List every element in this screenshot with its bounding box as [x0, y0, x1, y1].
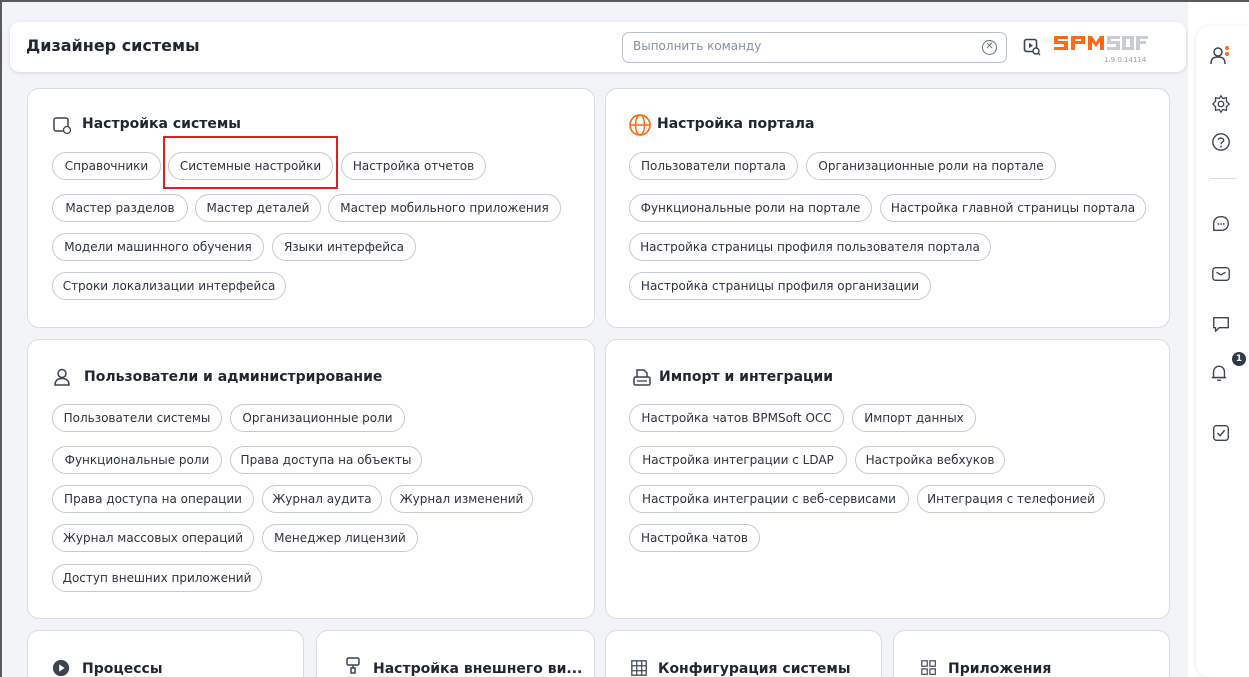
command-input[interactable] [633, 39, 963, 53]
globe-icon [629, 114, 651, 136]
message-icon[interactable] [1211, 314, 1231, 334]
card-applications[interactable]: Приложения [893, 630, 1170, 677]
chip-occ-chats[interactable]: Настройка чатов BPMSoft OCC [629, 404, 844, 432]
chip-data-import[interactable]: Импорт данных [852, 404, 976, 432]
chip-localization-strings[interactable]: Строки локализации интерфейса [52, 272, 286, 300]
chip-webhooks[interactable]: Настройка вебхуков [855, 446, 1005, 474]
chat-icon[interactable] [1211, 214, 1231, 234]
system-settings-icon [53, 117, 72, 135]
task-icon[interactable] [1211, 423, 1231, 443]
card-title: Настройка внешнего ви... [373, 661, 583, 677]
bpmsoft-logo [1054, 36, 1148, 50]
card-external-view[interactable]: Настройка внешнего ви... [316, 630, 595, 677]
chip-ui-languages[interactable]: Языки интерфейса [272, 233, 416, 261]
card-import-integration: Импорт и интеграции [605, 339, 1170, 619]
import-icon [633, 369, 651, 386]
chip-mass-operations-log[interactable]: Журнал массовых операций [52, 524, 254, 552]
chip-external-apps-access[interactable]: Доступ внешних приложений [52, 564, 262, 592]
chip-system-users[interactable]: Пользователи системы [52, 404, 222, 432]
chip-license-manager[interactable]: Менеджер лицензий [262, 524, 418, 552]
bell-icon[interactable] [1209, 363, 1229, 383]
chip-section-wizard[interactable]: Мастер разделов [52, 194, 188, 222]
card-title: Импорт и интеграции [659, 369, 834, 385]
chip-chat-settings[interactable]: Настройка чатов [629, 524, 760, 552]
highlight-frame [163, 136, 338, 189]
card-title: Настройка портала [657, 116, 815, 132]
chip-report-settings[interactable]: Настройка отчетов [341, 152, 486, 180]
chip-portal-users[interactable]: Пользователи портала [629, 152, 798, 180]
chip-change-log[interactable]: Журнал изменений [390, 485, 533, 513]
rail-divider [1210, 178, 1236, 179]
chip-portal-org-profile[interactable]: Настройка страницы профиля организации [629, 272, 931, 300]
chip-func-roles[interactable]: Функциональные роли [52, 446, 222, 474]
chip-telephony[interactable]: Интеграция с телефонией [917, 485, 1105, 513]
chip-portal-user-profile[interactable]: Настройка страницы профиля пользователя … [629, 233, 991, 261]
card-title: Процессы [82, 661, 163, 677]
page-title: Дизайнер системы [26, 36, 200, 55]
notification-badge: 1 [1232, 352, 1246, 366]
user-profile-icon[interactable] [1208, 44, 1230, 66]
chip-portal-org-roles[interactable]: Организационные роли на портале [806, 152, 1056, 180]
help-icon[interactable] [1211, 132, 1231, 152]
chip-detail-wizard[interactable]: Мастер деталей [195, 194, 321, 222]
chip-mobile-wizard[interactable]: Мастер мобильного приложения [328, 194, 561, 222]
chip-operation-access[interactable]: Права доступа на операции [52, 485, 254, 513]
chip-web-services[interactable]: Настройка интеграции с веб-сервисами [629, 485, 909, 513]
version-label: 1.9.0.14114 [1104, 56, 1147, 64]
chip-portal-main-page[interactable]: Настройка главной страницы портала [880, 194, 1146, 222]
page-header: Дизайнер системы ✕ 1.9.0.14114 [10, 22, 1186, 72]
clear-icon[interactable]: ✕ [982, 40, 997, 55]
command-input-box[interactable]: ✕ [622, 32, 1007, 63]
screen-record-icon[interactable] [1023, 38, 1041, 56]
chip-directories[interactable]: Справочники [52, 152, 161, 180]
gear-icon[interactable] [1211, 94, 1231, 114]
apps-icon [921, 660, 936, 675]
play-circle-icon [52, 659, 70, 677]
card-title: Пользователи и администрирование [84, 369, 383, 385]
chip-portal-func-roles[interactable]: Функциональные роли на портале [629, 194, 872, 222]
card-title: Настройка системы [82, 116, 241, 132]
chip-ml-models[interactable]: Модели машинного обучения [52, 233, 264, 261]
card-configuration[interactable]: Конфигурация системы [605, 630, 882, 677]
grid-icon [631, 660, 647, 676]
card-title: Конфигурация системы [658, 661, 851, 677]
card-processes[interactable]: Процессы [27, 630, 304, 677]
chip-object-access[interactable]: Права доступа на объекты [230, 446, 422, 474]
card-title: Приложения [948, 661, 1052, 677]
chip-audit-log[interactable]: Журнал аудита [262, 485, 382, 513]
chip-org-roles[interactable]: Организационные роли [230, 404, 405, 432]
mail-icon[interactable] [1211, 264, 1231, 284]
user-icon [54, 368, 70, 386]
brush-icon [346, 657, 360, 674]
chip-ldap[interactable]: Настройка интеграции с LDAP [629, 446, 847, 474]
